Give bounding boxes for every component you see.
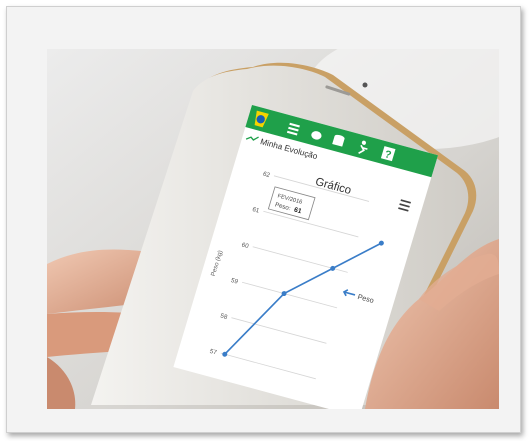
photo: ? Minha Evolução Gráfico 57 58 59 60 61 62 Pe…: [47, 49, 499, 409]
photo-frame: ? Minha Evolução Gráfico 57 58 59 60 61 62 Pe…: [6, 6, 521, 433]
photo-scene: ? Minha Evolução Gráfico 575859606162 Pe…: [47, 49, 499, 409]
